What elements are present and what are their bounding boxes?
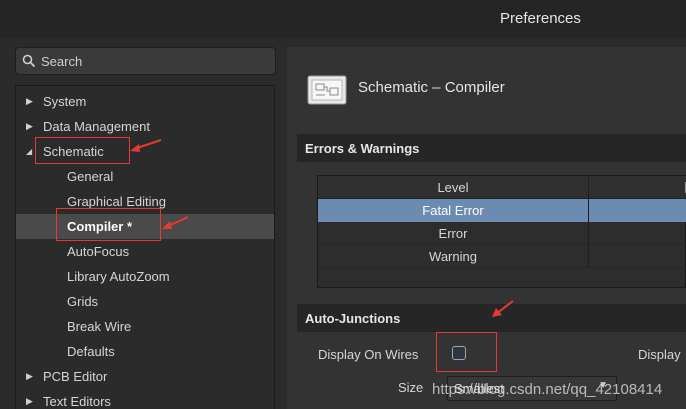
- tree-item-label: Text Editors: [43, 394, 111, 409]
- errors-warnings-grid: Level Fatal Error Error Warning: [317, 175, 686, 288]
- search-box[interactable]: Search: [15, 47, 276, 75]
- section-title: Errors & Warnings: [305, 141, 420, 156]
- size-label: Size: [398, 380, 424, 395]
- annotation-box-schematic: [35, 137, 130, 164]
- table-cell: Warning: [429, 249, 477, 264]
- column-divider: [588, 199, 589, 222]
- tree-item-label: System: [43, 94, 87, 109]
- collapse-arrow-icon[interactable]: ◢: [26, 139, 32, 164]
- table-row[interactable]: Warning: [318, 245, 686, 268]
- watermark-text: https://blog.csdn.net/qq_42108414: [432, 381, 663, 398]
- display-on-wires-label: Display On Wires: [318, 347, 419, 362]
- search-icon: [22, 54, 36, 68]
- tree-item-grids[interactable]: Grids: [16, 289, 274, 314]
- expand-arrow-icon[interactable]: ▶: [26, 389, 33, 409]
- schematic-page-icon: [307, 75, 347, 105]
- grid-header-row: Level: [318, 176, 686, 199]
- tree-item-label: Library AutoZoom: [67, 269, 170, 284]
- tree-item-library-autozoom[interactable]: Library AutoZoom: [16, 264, 274, 289]
- expand-arrow-icon[interactable]: ▶: [26, 364, 33, 389]
- table-cell: Fatal Error: [422, 203, 484, 218]
- expand-arrow-icon[interactable]: ▶: [26, 89, 33, 114]
- tree-item-label: Break Wire: [67, 319, 132, 334]
- column-divider: [588, 245, 589, 268]
- tree-item-text-editors[interactable]: ▶ Text Editors: [16, 389, 274, 409]
- tree-item-pcb-editor[interactable]: ▶ PCB Editor: [16, 364, 274, 389]
- annotation-arrow-icon: [492, 300, 514, 317]
- table-cell: Error: [438, 226, 468, 241]
- tree-item-defaults[interactable]: Defaults: [16, 339, 274, 364]
- column-header-level[interactable]: Level: [318, 176, 588, 199]
- tree-item-label: PCB Editor: [43, 369, 108, 384]
- annotation-arrow-icon: [130, 139, 162, 152]
- tree-item-label: General: [67, 169, 114, 184]
- search-input[interactable]: Search: [41, 54, 82, 69]
- tree-item-autofocus[interactable]: AutoFocus: [16, 239, 274, 264]
- tree-item-label: Grids: [67, 294, 99, 309]
- tree-item-label: Defaults: [67, 344, 115, 359]
- annotation-box-compiler: [56, 208, 161, 241]
- errors-warnings-section-header: Errors & Warnings: [297, 134, 686, 162]
- preferences-tree: ▶ System ▶ Data Management ◢ Schematic G…: [15, 85, 275, 409]
- column-divider: [588, 222, 589, 245]
- tree-item-break-wire[interactable]: Break Wire: [16, 314, 274, 339]
- tree-item-general[interactable]: General: [16, 164, 274, 189]
- column-divider: [588, 176, 589, 199]
- title-bar: Preferences: [0, 0, 686, 38]
- annotation-arrow-icon: [162, 216, 189, 229]
- annotation-box-checkbox: [436, 332, 497, 372]
- page-title: Schematic – Compiler: [358, 79, 505, 96]
- section-title: Auto-Junctions: [305, 311, 401, 326]
- tree-item-label: AutoFocus: [67, 244, 130, 259]
- table-row[interactable]: Error: [318, 222, 686, 245]
- table-row[interactable]: Fatal Error: [318, 199, 686, 222]
- display-label: Display: [638, 347, 681, 362]
- window-title: Preferences: [500, 10, 581, 27]
- expand-arrow-icon[interactable]: ▶: [26, 114, 33, 139]
- tree-item-system[interactable]: ▶ System: [16, 89, 274, 114]
